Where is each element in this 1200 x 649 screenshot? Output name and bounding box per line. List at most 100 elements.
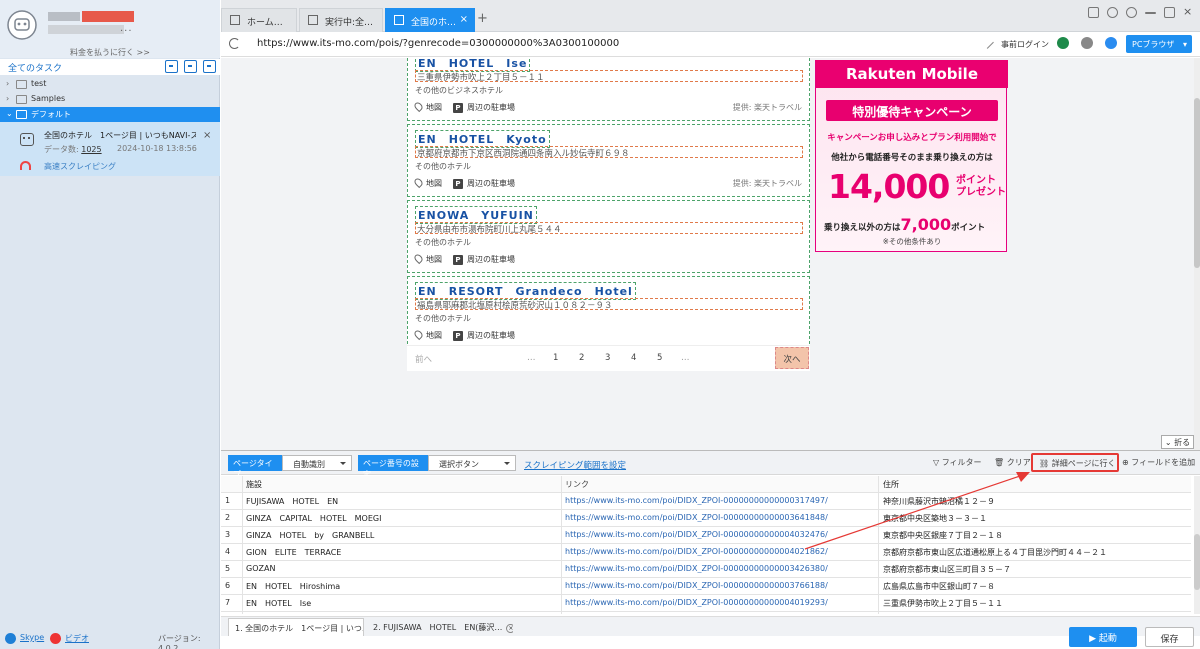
page-number-select[interactable]: 選択ボタン: [428, 455, 516, 471]
close-window-icon[interactable]: ×: [1183, 6, 1194, 18]
url-field[interactable]: https://www.its-mo.com/pois/?genrecode=0…: [257, 38, 619, 49]
run-button[interactable]: ▶ 起動: [1069, 627, 1137, 647]
extension-icon[interactable]: [1057, 37, 1069, 49]
adblock-icon[interactable]: [1081, 37, 1093, 49]
next-page-button[interactable]: 次へ: [775, 347, 809, 369]
skype-icon[interactable]: [5, 633, 16, 644]
import-task-icon[interactable]: [165, 60, 178, 73]
close-tab-icon[interactable]: ×: [460, 14, 468, 25]
cell-address[interactable]: 三重県伊勢市吹上２丁目５－１１: [883, 598, 1189, 609]
save-button[interactable]: 保存: [1145, 627, 1194, 647]
prev-page-button[interactable]: 前へ: [415, 353, 432, 365]
scroll-thumb[interactable]: [1194, 534, 1200, 590]
task-count-value[interactable]: 1025: [81, 145, 101, 154]
cell-facility[interactable]: EN HOTEL Hiroshima: [246, 581, 558, 592]
cell-link[interactable]: https://www.its-mo.com/poi/DIDX_ZPOI-000…: [565, 496, 865, 505]
browser-mode-button[interactable]: PCブラウザ ▾: [1126, 35, 1192, 53]
cell-address[interactable]: 広島県広島市中区銀山町７－８: [883, 581, 1189, 592]
cell-link[interactable]: https://www.its-mo.com/poi/DIDX_ZPOI-000…: [565, 598, 865, 607]
user-icon[interactable]: [1105, 37, 1117, 49]
tab-home[interactable]: ホーム…: [221, 8, 297, 32]
add-field-button[interactable]: ⊕ フィールドを追加: [1122, 457, 1195, 468]
table-row[interactable]: 1 FUJISAWA HOTEL EN https://www.its-mo.com…: [221, 493, 1191, 510]
data-tab-2[interactable]: 2. FUJISAWA HOTEL EN(藤沢… ×: [367, 618, 513, 636]
page-link-4[interactable]: 4: [631, 353, 636, 363]
table-row[interactable]: 7 EN HOTEL Ise https://www.its-mo.com/poi/…: [221, 595, 1191, 612]
video-link[interactable]: ビデオ: [65, 633, 89, 644]
fast-scraping-link[interactable]: 高速スクレイピング: [44, 161, 116, 172]
table-row[interactable]: 3 GINZA HOTEL by GRANBELL https://www.its-…: [221, 527, 1191, 544]
cell-address[interactable]: 東京都中央区築地３－３－１: [883, 513, 1189, 524]
data-tab-1[interactable]: 1. 全国のホテル 1ページ目 | いつ…: [228, 618, 364, 636]
tree-folder-test[interactable]: › test: [0, 77, 220, 92]
new-task-icon[interactable]: [184, 60, 197, 73]
close-icon[interactable]: ×: [203, 130, 211, 141]
table-row[interactable]: 4 GION ELITE TERRACE https://www.its-mo.co…: [221, 544, 1191, 561]
table-scrollbar[interactable]: [1194, 476, 1200, 614]
map-link[interactable]: 地図: [412, 328, 442, 341]
cell-address[interactable]: 神奈川県藤沢市鵠沼橘１２－９: [883, 496, 1189, 507]
tab-running[interactable]: 実行中:全…: [299, 8, 383, 32]
scroll-thumb[interactable]: [1194, 98, 1200, 268]
scrape-range-link[interactable]: スクレイピング範囲を設定: [524, 459, 626, 471]
pay-link[interactable]: 料金を払うに行く >>: [0, 47, 220, 58]
tab-current[interactable]: 全国のホ… ×: [385, 8, 475, 32]
close-icon[interactable]: ×: [506, 624, 513, 633]
page-scrollbar[interactable]: [1194, 58, 1200, 450]
cell-link[interactable]: https://www.its-mo.com/poi/DIDX_ZPOI-000…: [565, 513, 865, 522]
cell-link[interactable]: https://www.its-mo.com/poi/DIDX_ZPOI-000…: [565, 547, 865, 556]
task-title[interactable]: 全国のホテル 1ページ目 | いつもNAVI-ス…: [44, 130, 196, 141]
column-header-facility[interactable]: 施設: [246, 479, 558, 490]
table-row[interactable]: 2 GINZA CAPITAL HOTEL MOEGI https://www.it…: [221, 510, 1191, 527]
page-type-select[interactable]: 自動識別: [282, 455, 352, 471]
cell-link[interactable]: https://www.its-mo.com/poi/DIDX_ZPOI-000…: [565, 581, 865, 590]
cell-facility[interactable]: GINZA CAPITAL HOTEL MOEGI: [246, 513, 558, 524]
tree-folder-samples[interactable]: › Samples: [0, 92, 220, 107]
cell-facility[interactable]: GINZA HOTEL by GRANBELL: [246, 530, 558, 541]
avatar[interactable]: [6, 9, 38, 41]
page-link-3[interactable]: 3: [605, 353, 610, 363]
map-link[interactable]: 地図: [412, 252, 442, 265]
cell-address[interactable]: 京都府京都市東山区広道通松原上る４丁目毘沙門町４４－２１: [883, 547, 1189, 558]
restore-icon[interactable]: [1164, 7, 1175, 18]
map-link[interactable]: 地図: [412, 176, 442, 189]
table-row[interactable]: 6 EN HOTEL Hiroshima https://www.its-mo.co…: [221, 578, 1191, 595]
cell-facility[interactable]: FUJISAWA HOTEL EN: [246, 496, 558, 507]
clear-button[interactable]: 🗑 クリア: [994, 457, 1031, 468]
parking-link[interactable]: P 周辺の駐車場: [453, 178, 515, 189]
go-to-detail-page-button[interactable]: ⛓ 詳細ページに行く: [1031, 453, 1119, 472]
filter-button[interactable]: ▽ フィルター: [933, 457, 982, 468]
result-card[interactable]: EN RESORT Grandeco Hotel 福島県耶麻郡北塩原村桧原荒砂沢…: [407, 276, 810, 349]
rakuten-ad-banner[interactable]: Rakuten Mobile 特別優待キャンペーン キャンペーンお申し込みとプラ…: [815, 60, 1008, 252]
cell-link[interactable]: https://www.its-mo.com/poi/DIDX_ZPOI-000…: [565, 564, 865, 573]
chevron-right-icon[interactable]: ›: [6, 94, 9, 103]
cell-facility[interactable]: GOZAN: [246, 564, 558, 573]
table-row[interactable]: 5 GOZAN https://www.its-mo.com/poi/DIDX_ZP…: [221, 561, 1191, 578]
new-tab-icon[interactable]: +: [477, 11, 488, 26]
video-icon[interactable]: [50, 633, 61, 644]
parking-link[interactable]: P 周辺の駐車場: [453, 330, 515, 341]
tree-folder-default[interactable]: ⌄ デフォルト: [0, 107, 220, 122]
page-link-2[interactable]: 2: [579, 353, 584, 363]
result-card[interactable]: EN HOTEL Kyoto 京都府京都市下京区西洞院通四条南入ル妙伝寺町６９８…: [407, 124, 810, 197]
gift-icon[interactable]: [1088, 7, 1099, 18]
parking-link[interactable]: P 周辺の駐車場: [453, 102, 515, 113]
column-header-address[interactable]: 住所: [883, 479, 1189, 490]
new-group-icon[interactable]: [203, 60, 216, 73]
reload-icon[interactable]: [229, 38, 240, 49]
page-link-5[interactable]: 5: [657, 353, 662, 363]
gear-icon[interactable]: [1126, 7, 1137, 18]
chevron-down-icon[interactable]: ⌄: [6, 109, 13, 118]
minimize-icon[interactable]: [1145, 12, 1156, 14]
cell-address[interactable]: 東京都中央区銀座７丁目２－１８: [883, 530, 1189, 541]
more-icon[interactable]: ···: [120, 26, 133, 37]
collapse-button[interactable]: ⌄ 折る: [1161, 435, 1194, 449]
parking-link[interactable]: P 周辺の駐車場: [453, 254, 515, 265]
cell-link[interactable]: https://www.its-mo.com/poi/DIDX_ZPOI-000…: [565, 530, 865, 539]
pre-login-button[interactable]: 事前ログイン: [1001, 39, 1049, 50]
cell-address[interactable]: 京都府京都市東山区三町目３５－７: [883, 564, 1189, 575]
result-card[interactable]: EN HOTEL Ise 三重県伊勢市吹上２丁目５－１１ その他のビジネスホテル…: [407, 58, 810, 121]
map-link[interactable]: 地図: [412, 100, 442, 113]
page-link-1[interactable]: 1: [553, 353, 558, 363]
help-icon[interactable]: [1107, 7, 1118, 18]
